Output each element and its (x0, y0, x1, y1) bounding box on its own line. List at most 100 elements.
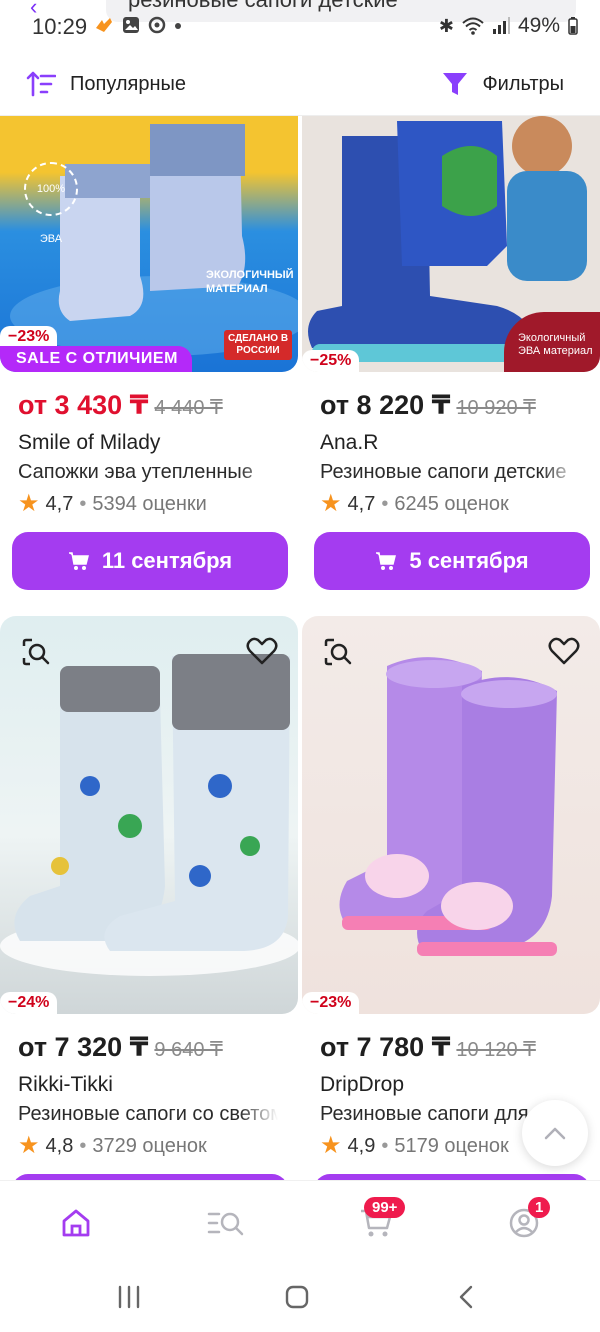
rating: ★ 4,7 • 5394 оценки (18, 492, 286, 516)
price-row: от 7 780 ₸ 10 120 ₸ (320, 1032, 588, 1063)
star-icon: ★ (320, 490, 342, 517)
eva-stamp: 100% ЭВА (24, 162, 78, 245)
rating-value: 4,8 (45, 1134, 74, 1157)
price: от 8 220 ₸ (320, 390, 451, 420)
cart-icon (376, 552, 397, 570)
gallery-icon (123, 17, 139, 33)
rating: ★ 4,8 • 3729 оценок (18, 1134, 286, 1158)
product-card[interactable]: −24% от 7 320 ₸ 9 640 ₸ Rikki-Tikki Рези… (0, 616, 298, 1232)
system-status-icons: ✱ 49% (439, 14, 578, 38)
back-chevron-icon (459, 1285, 473, 1309)
notification-icons (94, 16, 182, 34)
brand-name: DripDrop (320, 1073, 405, 1096)
sort-filter-toolbar: Популярные Фильтры (0, 54, 600, 116)
home-square-icon (285, 1285, 309, 1309)
star-icon: ★ (18, 1132, 40, 1159)
filter-label: Фильтры (482, 72, 564, 95)
old-price: 10 120 ₸ (456, 1039, 536, 1061)
price: от 7 780 ₸ (320, 1032, 451, 1062)
separator-dot: • (381, 1134, 389, 1157)
separator-dot: • (79, 1134, 87, 1157)
add-to-cart-button[interactable]: 11 сентября (12, 532, 288, 590)
brand-name: Smile of Milady (18, 431, 161, 454)
cart-icon (68, 552, 89, 570)
filter-button[interactable]: Фильтры (442, 64, 564, 104)
boots-illustration (0, 654, 298, 976)
nav-profile[interactable]: 1 (494, 1197, 554, 1245)
bluetooth-icon: ✱ (438, 15, 454, 36)
delivery-date: 11 сентября (101, 548, 233, 573)
favorite-heart-icon[interactable] (246, 636, 278, 671)
chevron-up-icon (544, 1127, 566, 1140)
battery-icon (568, 17, 578, 35)
price-row: от 7 320 ₸ 9 640 ₸ (18, 1032, 286, 1063)
rating: ★ 4,7 • 6245 оценок (320, 492, 588, 516)
brand-name: Ana.R (320, 431, 379, 454)
sale-badge: SALE С ОТЛИЧИЕМ (0, 346, 192, 372)
product-image[interactable]: Экологичный ЭВА материал −25% (302, 116, 600, 372)
recent-apps-button[interactable] (116, 1284, 142, 1315)
signal-icon (492, 17, 510, 34)
sort-button[interactable]: Популярные (26, 64, 186, 104)
discount-badge: −24% (0, 992, 58, 1014)
bottom-navigation: 99+ 1 (0, 1180, 600, 1266)
product-card[interactable]: 100% ЭВА ЭКОЛОГИЧНЫЙ МАТЕРИАЛ СДЕЛАНО В … (0, 116, 298, 590)
product-image[interactable]: −23% (302, 616, 600, 1014)
separator-dot: • (79, 492, 87, 515)
app-notification-icon (96, 18, 112, 32)
separator-dot: • (381, 492, 389, 515)
sync-icon (148, 16, 166, 34)
sort-label: Популярные (70, 72, 187, 95)
product-image[interactable]: 100% ЭВА ЭКОЛОГИЧНЫЙ МАТЕРИАЛ СДЕЛАНО В … (0, 116, 298, 372)
similar-search-icon[interactable] (20, 636, 52, 673)
old-price: 10 920 ₸ (456, 397, 536, 419)
nav-home[interactable] (46, 1201, 106, 1245)
home-icon (62, 1209, 90, 1237)
battery-level: 49% (517, 14, 560, 37)
star-icon: ★ (320, 1132, 342, 1159)
similar-search-icon[interactable] (322, 636, 354, 673)
favorite-heart-icon[interactable] (548, 636, 580, 671)
add-to-cart-button[interactable]: 5 сентября (314, 532, 590, 590)
product-card[interactable]: Экологичный ЭВА материал −25% от 8 220 ₸… (302, 116, 600, 590)
boots-illustration (339, 657, 557, 956)
review-count: 5179 оценок (394, 1134, 509, 1157)
discount-badge: −23% (0, 326, 58, 348)
made-in-russia-badge: СДЕЛАНО В РОССИИ (224, 330, 292, 360)
catalog-search-icon (207, 1212, 244, 1236)
system-navigation-bar (0, 1266, 600, 1332)
cart-count-badge: 99+ (364, 1197, 406, 1218)
rating-value: 4,7 (45, 492, 74, 515)
sort-icon (26, 71, 56, 97)
product-title: Резиновые сапоги со светом (18, 1103, 278, 1125)
eco-material-badge: Экологичный ЭВА материал (504, 312, 600, 372)
wifi-icon (462, 17, 484, 35)
profile-notification-badge: 1 (528, 1197, 551, 1218)
delivery-date: 5 сентября (409, 548, 529, 573)
review-count: 5394 оценки (92, 492, 207, 515)
home-system-button[interactable] (284, 1284, 310, 1315)
product-image[interactable]: −24% (0, 616, 298, 1014)
back-system-button[interactable] (454, 1284, 480, 1315)
review-count: 6245 оценок (394, 492, 509, 515)
old-price: 9 640 ₸ (154, 1039, 223, 1061)
discount-badge: −23% (302, 992, 360, 1014)
status-bar: ‹ резиновые сапоги детские 10:29 ✱ 49% (0, 0, 600, 54)
old-price: 4 440 ₸ (154, 397, 223, 419)
product-title: Сапожки эва утепленные (18, 461, 253, 483)
price-row: от 3 430 ₸ 4 440 ₸ (18, 390, 286, 421)
star-icon: ★ (18, 490, 40, 517)
product-title: Резиновые сапоги детские (320, 461, 567, 483)
price: от 7 320 ₸ (18, 1032, 149, 1062)
nav-cart[interactable]: 99+ (346, 1197, 406, 1245)
eco-caption: ЭКОЛОГИЧНЫЙ МАТЕРИАЛ (206, 269, 294, 295)
more-dot-icon (175, 23, 181, 29)
rating-value: 4,7 (347, 492, 376, 515)
nav-catalog[interactable] (196, 1201, 256, 1245)
recent-apps-icon (118, 1285, 140, 1309)
scroll-to-top-button[interactable] (522, 1100, 588, 1166)
rating-value: 4,9 (347, 1134, 376, 1157)
status-time: 10:29 (32, 14, 88, 39)
filter-icon (443, 73, 468, 95)
price-row: от 8 220 ₸ 10 920 ₸ (320, 390, 588, 421)
